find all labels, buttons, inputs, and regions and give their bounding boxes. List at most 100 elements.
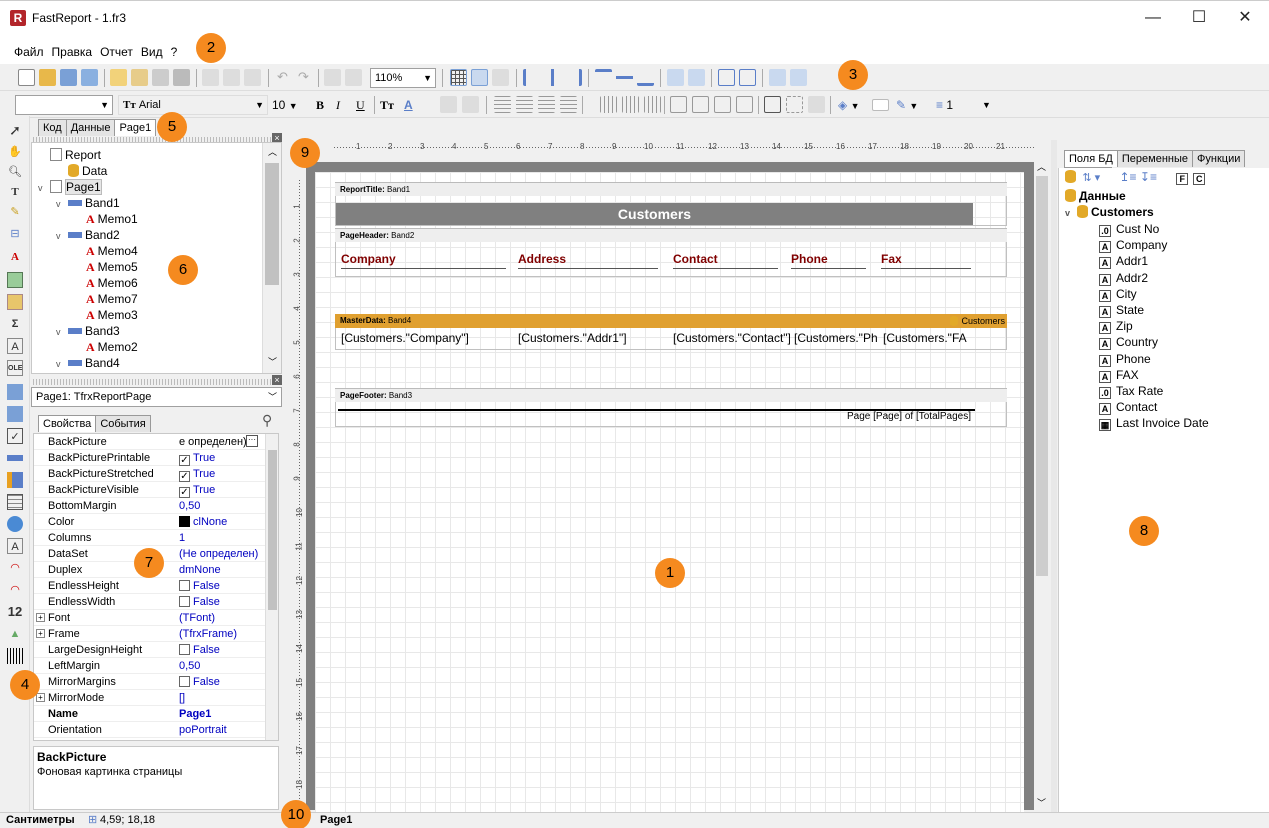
- group-icon[interactable]: [324, 69, 341, 86]
- font-settings-icon[interactable]: Tт: [380, 96, 394, 114]
- checkbox[interactable]: ✓: [179, 471, 190, 482]
- frame-color-icon[interactable]: ✎ ▼: [896, 96, 918, 115]
- checkbox[interactable]: [179, 596, 190, 607]
- tab-page1[interactable]: Page1: [114, 119, 157, 136]
- close-inspector-icon[interactable]: ×: [272, 375, 282, 385]
- subreport-tool-icon[interactable]: [7, 294, 23, 310]
- expand-icon[interactable]: +: [36, 693, 45, 702]
- property-value[interactable]: []: [179, 690, 266, 706]
- checkbox-tool-icon[interactable]: ✓: [7, 428, 23, 444]
- field-item[interactable]: A Addr1: [1099, 253, 1148, 270]
- tab-code[interactable]: Код: [38, 119, 67, 136]
- inspector-object-select[interactable]: Page1: TfrxReportPage ﹀: [31, 387, 282, 407]
- font-name-select[interactable]: Tт Arial ▼: [118, 95, 268, 115]
- gauge-tool-icon[interactable]: ◠: [7, 560, 23, 576]
- property-row[interactable]: + Frame (TfrxFrame): [34, 626, 266, 642]
- hand-tool-icon[interactable]: ✋: [7, 144, 23, 160]
- tab-events[interactable]: События: [95, 415, 151, 432]
- frame-none-icon[interactable]: [786, 96, 803, 113]
- property-row[interactable]: EndlessWidth False: [34, 594, 266, 610]
- data-tab[interactable]: Поля БД: [1064, 150, 1118, 167]
- property-value[interactable]: False: [179, 674, 266, 690]
- tree-item[interactable]: A Memo7: [74, 291, 138, 307]
- data-memo[interactable]: [Customers."Contact"]: [673, 329, 793, 347]
- close-button[interactable]: ✕: [1222, 3, 1268, 33]
- property-row[interactable]: + Font (TFont): [34, 610, 266, 626]
- digital-signature-tool-icon[interactable]: 12: [7, 604, 23, 620]
- property-row[interactable]: MirrorMargins False: [34, 674, 266, 690]
- space-horizontal-icon[interactable]: [667, 69, 684, 86]
- preview-icon[interactable]: [81, 69, 98, 86]
- design-scroll-down-icon[interactable]: ﹀: [1037, 796, 1046, 809]
- underline-button[interactable]: U: [356, 96, 365, 114]
- space-vertical-icon[interactable]: [688, 69, 705, 86]
- property-row[interactable]: BackPicture е определен): [34, 434, 266, 450]
- data-tab[interactable]: Переменные: [1116, 150, 1194, 167]
- property-value[interactable]: (Не определен): [179, 546, 266, 562]
- expander-icon[interactable]: v: [56, 196, 68, 212]
- zoom-select[interactable]: 110% ▼: [370, 68, 436, 88]
- sort-asc-icon[interactable]: ↥≡: [1119, 170, 1136, 184]
- cross-tool-icon[interactable]: [7, 384, 23, 400]
- field-item[interactable]: A Zip: [1099, 318, 1133, 335]
- field-item[interactable]: A City: [1099, 286, 1137, 302]
- data-memo[interactable]: [Customers."FA: [883, 329, 978, 347]
- property-value[interactable]: 1: [179, 530, 266, 546]
- richtext-tool-icon[interactable]: A: [7, 338, 23, 354]
- band-reporttitle[interactable]: Customers: [335, 196, 1007, 226]
- footer-memo[interactable]: Page [Page] of [TotalPages]: [338, 409, 975, 423]
- new-icon[interactable]: [18, 69, 35, 86]
- checkbox[interactable]: ✓: [179, 487, 190, 498]
- shadow-icon[interactable]: [808, 96, 825, 113]
- data-root[interactable]: Данные: [1065, 188, 1126, 204]
- data-tab[interactable]: Функции: [1192, 150, 1246, 167]
- expander-icon[interactable]: v: [56, 324, 68, 340]
- center-horizontal-icon[interactable]: [718, 69, 735, 86]
- frame-width-select[interactable]: ≡ 1: [936, 96, 953, 114]
- field-item[interactable]: A Phone: [1099, 351, 1151, 367]
- map-tool-icon[interactable]: [7, 516, 23, 532]
- design-scroll-thumb[interactable]: [1036, 176, 1048, 576]
- sort-desc-icon[interactable]: ↧≡: [1140, 170, 1157, 184]
- property-value[interactable]: poPortrait: [179, 722, 266, 738]
- format-copy-icon[interactable]: ✎: [7, 204, 23, 220]
- property-row[interactable]: BottomMargin 0,50: [34, 498, 266, 514]
- shape-tool-icon[interactable]: ▲: [7, 626, 23, 642]
- tree-item[interactable]: A Memo2: [74, 339, 138, 355]
- checkbox[interactable]: [179, 580, 190, 591]
- data-memo[interactable]: [Customers."Addr1"]: [518, 329, 668, 347]
- menu-file[interactable]: Файл: [10, 41, 48, 63]
- band-header-masterdata[interactable]: MasterData: Band4 Customers: [335, 314, 1007, 328]
- menu-edit[interactable]: Правка: [48, 41, 97, 63]
- bold-button[interactable]: B: [316, 96, 324, 114]
- property-value[interactable]: False: [179, 642, 266, 658]
- valign-middle-icon[interactable]: [622, 96, 639, 113]
- header-memo[interactable]: Phone: [791, 250, 866, 269]
- tree-item[interactable]: A Memo5: [74, 259, 138, 275]
- page-settings-icon[interactable]: [173, 69, 190, 86]
- property-row[interactable]: Name Page1: [34, 706, 266, 722]
- property-row[interactable]: EndlessHeight False: [34, 578, 266, 594]
- tree-item[interactable]: A Memo3: [74, 307, 138, 323]
- expand-icon[interactable]: +: [36, 613, 45, 622]
- report-page[interactable]: ReportTitle: Band1 Customers PageHeader:…: [315, 172, 1024, 812]
- band-header-reporttitle[interactable]: ReportTitle: Band1: [335, 182, 1007, 196]
- tree-item[interactable]: v Band1: [56, 195, 120, 211]
- property-value[interactable]: ✓ True: [179, 450, 266, 466]
- header-memo[interactable]: Company: [341, 250, 506, 269]
- checkbox[interactable]: [179, 644, 190, 655]
- expander-icon[interactable]: v: [1065, 205, 1077, 221]
- band-header-pagefooter[interactable]: PageFooter: Band3: [335, 388, 1007, 402]
- text-align-right-icon[interactable]: [538, 96, 555, 113]
- minimize-button[interactable]: —: [1130, 3, 1176, 33]
- field-item[interactable]: A Contact: [1099, 399, 1157, 416]
- property-value[interactable]: False: [179, 594, 266, 610]
- open-icon[interactable]: [39, 69, 56, 86]
- maximize-button[interactable]: ☐: [1176, 3, 1222, 33]
- same-height-icon[interactable]: [790, 69, 807, 86]
- fill-color-icon[interactable]: ◈ ▼: [838, 96, 859, 115]
- ellipsis-button[interactable]: ···: [246, 435, 258, 447]
- frame-width-dropdown[interactable]: ▼: [982, 96, 991, 114]
- property-row[interactable]: BackPictureVisible ✓ True: [34, 482, 266, 498]
- header-memo[interactable]: Fax: [881, 250, 971, 269]
